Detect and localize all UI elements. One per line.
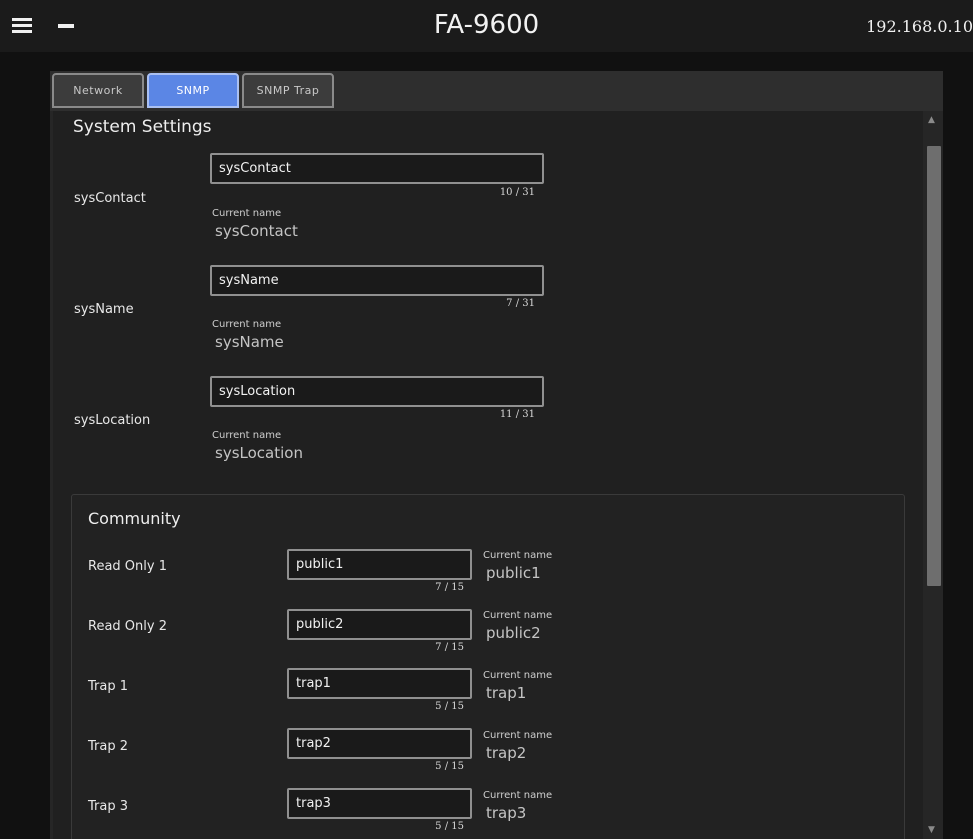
trap-2-counter: 5 / 15 (435, 761, 464, 772)
read-only-2-current-label: Current name (483, 610, 553, 621)
community-section: Community Read Only 1 7 / 15 Current nam… (71, 494, 905, 839)
read-only-1-current-label: Current name (483, 550, 553, 561)
trap-3-label: Trap 3 (88, 799, 128, 814)
read-only-1-counter: 7 / 15 (435, 582, 464, 593)
chevron-down-icon[interactable]: ▼ (923, 823, 940, 837)
syscontact-label: sysContact (74, 191, 146, 206)
chevron-up-icon[interactable]: ▲ (923, 113, 940, 127)
top-bar: FA-9600 192.168.0.10 (0, 0, 973, 52)
settings-panel: Network SNMP SNMP Trap System Settings s… (50, 71, 943, 839)
sysname-counter: 7 / 31 (506, 298, 535, 309)
read-only-1-label: Read Only 1 (88, 559, 167, 574)
syslocation-current-value: sysLocation (215, 444, 303, 462)
read-only-2-current-value: public2 (486, 624, 541, 642)
tab-network[interactable]: Network (52, 73, 144, 108)
trap-2-current-value: trap2 (486, 744, 527, 762)
trap-3-current-label: Current name (483, 790, 553, 801)
tab-snmp[interactable]: SNMP (147, 73, 239, 108)
scrollbar-thumb[interactable] (927, 146, 941, 586)
trap-1-label: Trap 1 (88, 679, 128, 694)
syscontact-current-value: sysContact (215, 222, 298, 240)
syscontact-input[interactable] (210, 153, 544, 184)
syslocation-current-label: Current name (212, 430, 282, 441)
read-only-1-current-value: public1 (486, 564, 541, 582)
read-only-2-label: Read Only 2 (88, 619, 167, 634)
trap-3-current-value: trap3 (486, 804, 527, 822)
vertical-scrollbar[interactable]: ▲ ▼ (923, 111, 941, 839)
syscontact-current-label: Current name (212, 208, 282, 219)
read-only-2-input[interactable] (287, 609, 472, 640)
sysname-current-value: sysName (215, 333, 284, 351)
sysname-current-label: Current name (212, 319, 282, 330)
sysname-label: sysName (74, 302, 134, 317)
syscontact-counter: 10 / 31 (499, 187, 535, 198)
tab-bar: Network SNMP SNMP Trap (50, 71, 943, 111)
syslocation-counter: 11 / 31 (499, 409, 535, 420)
trap-3-counter: 5 / 15 (435, 821, 464, 832)
community-title: Community (88, 509, 181, 528)
trap-1-input[interactable] (287, 668, 472, 699)
trap-3-input[interactable] (287, 788, 472, 819)
trap-1-counter: 5 / 15 (435, 701, 464, 712)
ip-address: 192.168.0.10 (866, 17, 973, 36)
trap-2-current-label: Current name (483, 730, 553, 741)
app-title: FA-9600 (433, 10, 540, 40)
trap-2-input[interactable] (287, 728, 472, 759)
snmp-content: System Settings sysContact 10 / 31 Curre… (53, 111, 923, 839)
syslocation-label: sysLocation (74, 413, 151, 428)
read-only-1-input[interactable] (287, 549, 472, 580)
syslocation-input[interactable] (210, 376, 544, 407)
trap-1-current-label: Current name (483, 670, 553, 681)
trap-2-label: Trap 2 (88, 739, 128, 754)
read-only-2-counter: 7 / 15 (435, 642, 464, 653)
system-settings-title: System Settings (73, 117, 212, 137)
sysname-input[interactable] (210, 265, 544, 296)
trap-1-current-value: trap1 (486, 684, 527, 702)
tab-snmp-trap[interactable]: SNMP Trap (242, 73, 334, 108)
